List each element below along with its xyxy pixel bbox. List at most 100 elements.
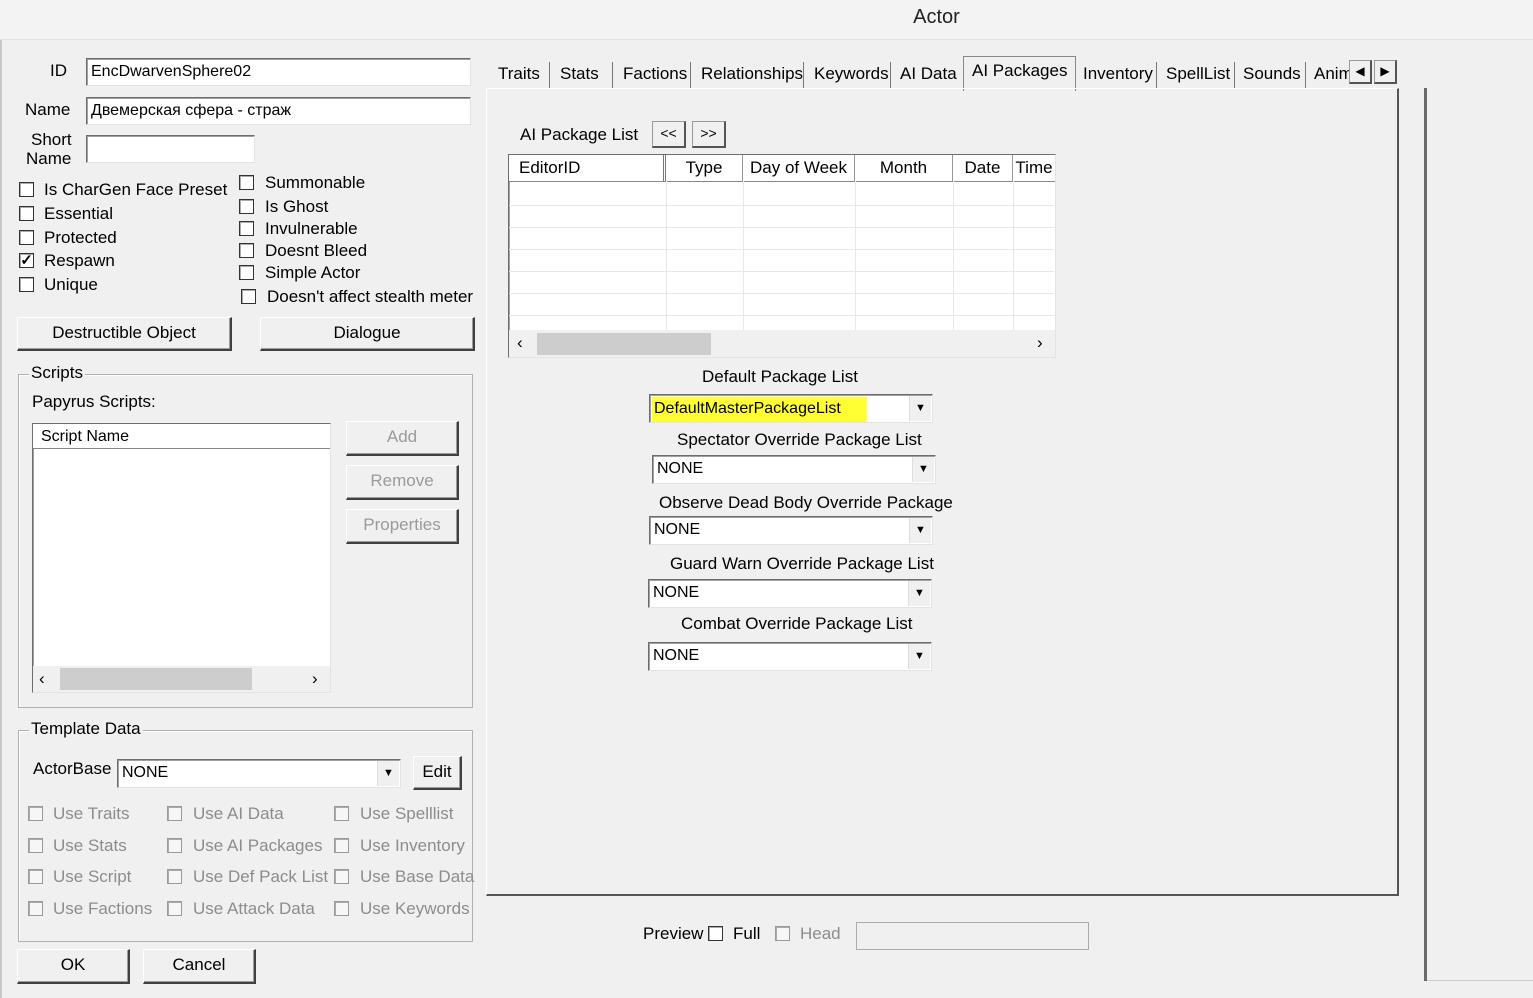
id-field[interactable]: EncDwarvenSphere02: [86, 58, 471, 86]
name-field[interactable]: Двемерская сфера - страж: [86, 97, 471, 125]
dropdown-arrow-icon[interactable]: ▼: [908, 644, 930, 669]
scroll-right-icon[interactable]: ›: [1037, 332, 1043, 354]
column-time[interactable]: Time: [1013, 155, 1055, 181]
guard-warn-dropdown[interactable]: NONE ▼: [648, 579, 932, 608]
tab-ai-packages[interactable]: AI Packages: [972, 57, 1067, 85]
table-scrollbar[interactable]: ‹ ›: [509, 330, 1055, 357]
tab-sounds[interactable]: Sounds: [1243, 60, 1301, 88]
is-ghost-label: Is Ghost: [265, 197, 329, 216]
column-day-of-week[interactable]: Day of Week: [743, 155, 855, 181]
destructible-object-button[interactable]: Destructible Object: [17, 317, 232, 351]
grid-line: [666, 181, 667, 331]
script-name-column-header[interactable]: Script Name: [33, 424, 330, 449]
script-properties-button[interactable]: Properties: [346, 509, 459, 544]
column-type[interactable]: Type: [666, 155, 743, 181]
scroll-right-icon[interactable]: ›: [312, 668, 318, 690]
tab-scroll-left-icon[interactable]: ◀: [1349, 60, 1372, 84]
use-def-pack-list-checkbox[interactable]: [167, 869, 182, 884]
tab-separator: [890, 62, 891, 88]
tab-scroll-right-icon[interactable]: ▶: [1374, 60, 1397, 84]
dropdown-arrow-icon[interactable]: ▼: [377, 761, 399, 786]
summonable-checkbox[interactable]: [239, 175, 254, 190]
edit-actorbase-button[interactable]: Edit: [413, 756, 462, 790]
use-stats-checkbox[interactable]: [28, 838, 43, 853]
use-ai-packages-checkbox[interactable]: [167, 838, 182, 853]
head-checkbox[interactable]: [775, 926, 790, 941]
tab-separator: [612, 62, 613, 88]
prev-package-button[interactable]: <<: [652, 121, 686, 148]
head-label: Head: [800, 924, 841, 943]
actorbase-value: NONE: [122, 764, 169, 781]
tab-ai-data[interactable]: AI Data: [900, 60, 957, 88]
scroll-thumb[interactable]: [60, 668, 252, 690]
observe-dead-body-dropdown[interactable]: NONE ▼: [649, 516, 933, 545]
protected-checkbox[interactable]: [19, 230, 34, 245]
respawn-checkbox[interactable]: ✓: [19, 253, 34, 268]
tab-traits[interactable]: Traits: [498, 60, 540, 88]
use-keywords-label: Use Keywords: [360, 899, 470, 918]
use-script-checkbox[interactable]: [28, 869, 43, 884]
use-ai-packages-label: Use AI Packages: [193, 836, 323, 855]
next-package-button[interactable]: >>: [692, 121, 726, 148]
tab-keywords[interactable]: Keywords: [814, 60, 889, 88]
tab-stats[interactable]: Stats: [560, 60, 599, 88]
cancel-button[interactable]: Cancel: [143, 949, 256, 984]
tab-spelllist[interactable]: SpellList: [1166, 60, 1230, 88]
id-label: ID: [50, 61, 67, 80]
scroll-left-icon[interactable]: ‹: [517, 332, 523, 354]
is-ghost-checkbox[interactable]: [239, 199, 254, 214]
dialogue-button[interactable]: Dialogue: [260, 317, 475, 351]
use-ai-data-checkbox[interactable]: [167, 806, 182, 821]
full-label: Full: [733, 924, 761, 943]
stealth-meter-label: Doesn't affect stealth meter: [267, 287, 474, 306]
grid-line: [743, 181, 744, 331]
column-editorid[interactable]: EditorID: [509, 155, 666, 181]
tab-anim[interactable]: Anim: [1314, 60, 1350, 88]
full-checkbox[interactable]: [708, 926, 723, 941]
spectator-override-dropdown[interactable]: NONE ▼: [652, 455, 936, 484]
actorbase-dropdown[interactable]: NONE ▼: [117, 759, 401, 788]
preview-field[interactable]: [856, 922, 1089, 950]
essential-checkbox[interactable]: [19, 206, 34, 221]
scroll-left-icon[interactable]: ‹: [39, 668, 45, 690]
tab-separator: [1305, 62, 1306, 88]
use-traits-label: Use Traits: [53, 804, 130, 823]
default-package-list-dropdown[interactable]: DefaultMasterPackageList ▼: [649, 394, 933, 423]
simple-actor-checkbox[interactable]: [239, 265, 254, 280]
use-inventory-checkbox[interactable]: [334, 838, 349, 853]
dropdown-arrow-icon[interactable]: ▼: [909, 396, 931, 421]
tab-inventory[interactable]: Inventory: [1083, 60, 1153, 88]
stealth-meter-checkbox[interactable]: [241, 289, 256, 304]
tab-factions[interactable]: Factions: [623, 60, 687, 88]
ok-button[interactable]: OK: [17, 949, 130, 984]
tab-separator: [690, 62, 691, 88]
use-traits-checkbox[interactable]: [28, 806, 43, 821]
doesnt-bleed-label: Doesnt Bleed: [265, 241, 368, 260]
use-factions-checkbox[interactable]: [28, 901, 43, 916]
grid-line: [855, 181, 856, 331]
use-keywords-checkbox[interactable]: [334, 901, 349, 916]
ai-package-table[interactable]: EditorID Type Day of Week Month Date Tim…: [508, 154, 1056, 358]
dropdown-arrow-icon[interactable]: ▼: [912, 457, 934, 482]
remove-script-button[interactable]: Remove: [346, 465, 459, 500]
use-attack-data-checkbox[interactable]: [167, 901, 182, 916]
short-name-field[interactable]: [86, 135, 255, 163]
invulnerable-checkbox[interactable]: [239, 221, 254, 236]
dropdown-arrow-icon[interactable]: ▼: [909, 518, 931, 543]
script-list[interactable]: Script Name ‹ ›: [32, 423, 331, 693]
combat-override-label: Combat Override Package List: [681, 614, 913, 633]
tab-relationships[interactable]: Relationships: [701, 60, 803, 88]
column-date[interactable]: Date: [953, 155, 1013, 181]
combat-override-dropdown[interactable]: NONE ▼: [648, 642, 932, 671]
is-chargen-checkbox[interactable]: [19, 182, 34, 197]
add-script-button[interactable]: Add: [346, 421, 459, 456]
script-list-scrollbar[interactable]: ‹ ›: [33, 666, 330, 692]
scroll-thumb[interactable]: [537, 333, 711, 355]
dropdown-arrow-icon[interactable]: ▼: [908, 581, 930, 606]
use-base-data-checkbox[interactable]: [334, 869, 349, 884]
column-month[interactable]: Month: [855, 155, 953, 181]
actorbase-label: ActorBase: [33, 759, 112, 778]
doesnt-bleed-checkbox[interactable]: [239, 243, 254, 258]
unique-checkbox[interactable]: [19, 277, 34, 292]
use-spelllist-checkbox[interactable]: [334, 806, 349, 821]
